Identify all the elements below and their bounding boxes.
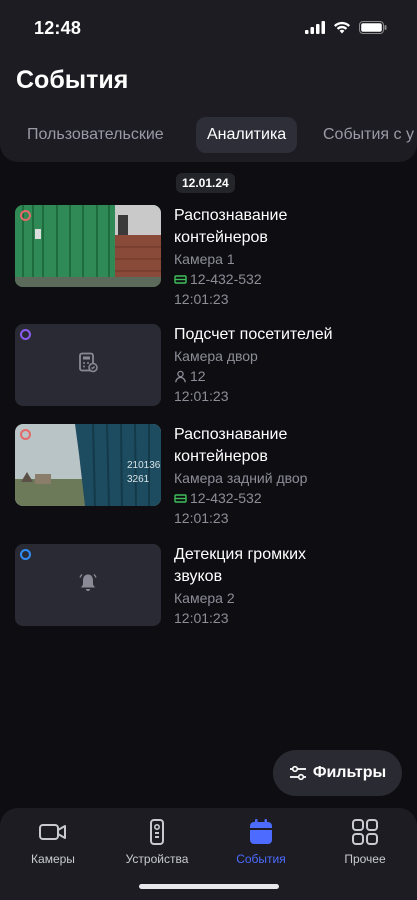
event-text: Распознавание контейнеров Камера 1 12-43…: [174, 205, 404, 309]
green-containers-photo: [15, 205, 161, 287]
date-chip: 12.01.24: [176, 173, 235, 193]
nav-item-cameras[interactable]: Камеры: [3, 818, 103, 866]
home-indicator: [139, 884, 279, 889]
event-type-dot: [20, 549, 31, 560]
blue-container-photo: 210136 3261: [15, 424, 161, 506]
event-time: 12:01:23: [174, 388, 229, 404]
event-text: Распознавание контейнеров Камера задний …: [174, 424, 404, 528]
camera-icon: [39, 824, 66, 840]
event-thumbnail: [15, 544, 161, 626]
event-thumbnail: [15, 205, 161, 287]
event-plate: 12-432-532: [190, 271, 262, 287]
filters-label: Фильтры: [312, 764, 387, 781]
remote-icon: [150, 819, 164, 845]
event-card[interactable]: Детекция громких звуков Камера 2 12:01:2…: [15, 544, 405, 634]
event-time: 12:01:23: [174, 291, 229, 307]
nav-label: События: [236, 852, 286, 866]
status-icons: [305, 21, 387, 34]
event-detail: 12-432-532: [174, 488, 404, 508]
event-title-cont: контейнеров: [174, 229, 268, 246]
svg-text:210136: 210136: [127, 460, 161, 471]
event-type-dot: [20, 210, 31, 221]
event-detail: 12: [174, 366, 404, 386]
tab-events-from[interactable]: События с у: [312, 117, 417, 153]
event-title: Подсчет посетителей: [174, 326, 333, 343]
status-bar: 12:48: [0, 0, 417, 56]
event-camera: Камера 2: [174, 590, 235, 606]
nav-item-events[interactable]: События: [211, 818, 311, 866]
grid-icon: [352, 819, 378, 845]
nav-item-devices[interactable]: Устройства: [107, 818, 207, 866]
nav-label: Прочее: [344, 852, 386, 866]
event-thumbnail: 210136 3261: [15, 424, 161, 506]
event-visitor-count: 12: [190, 368, 206, 384]
tabs-bar: Пользовательские Аналитика События с у: [0, 116, 417, 156]
page-title: События: [16, 66, 129, 94]
sliders-icon: [289, 765, 306, 781]
nav-item-other[interactable]: Прочее: [315, 818, 415, 866]
header-panel: 12:48 События Пользовательские Аналитика: [0, 0, 417, 162]
wifi-icon: [334, 21, 350, 34]
event-camera: Камера двор: [174, 348, 258, 364]
person-icon: [175, 370, 186, 382]
container-icon: [174, 493, 187, 503]
event-title: Детекция громких: [174, 546, 307, 563]
container-icon: [174, 274, 187, 284]
event-time: 12:01:23: [174, 610, 229, 626]
status-time: 12:48: [34, 18, 82, 38]
tab-analytics[interactable]: Аналитика: [196, 117, 298, 153]
svg-text:3261: 3261: [127, 474, 150, 485]
event-title-cont: контейнеров: [174, 448, 268, 465]
event-card[interactable]: Подсчет посетителей Камера двор 12 12:01…: [15, 324, 405, 414]
event-title: Распознавание: [174, 426, 288, 443]
bell-icon: [77, 572, 99, 599]
event-text: Детекция громких звуков Камера 2 12:01:2…: [174, 544, 404, 628]
event-title: Распознавание: [174, 207, 288, 224]
event-title-cont: звуков: [174, 568, 223, 585]
event-card[interactable]: 210136 3261 Распознавание контейнеров Ка…: [15, 424, 405, 526]
tab-user[interactable]: Пользовательские: [16, 117, 175, 153]
event-card[interactable]: Распознавание контейнеров Камера 1 12-43…: [15, 205, 405, 307]
nav-label: Камеры: [31, 852, 75, 866]
signal-icon: [305, 21, 325, 34]
event-text: Подсчет посетителей Камера двор 12 12:01…: [174, 324, 404, 406]
filters-button[interactable]: Фильтры: [273, 750, 402, 796]
event-type-dot: [20, 329, 31, 340]
calculator-icon: [77, 352, 99, 379]
event-type-dot: [20, 429, 31, 440]
calendar-icon: [250, 819, 272, 844]
event-thumbnail: [15, 324, 161, 406]
battery-icon: [359, 21, 387, 34]
event-plate: 12-432-532: [190, 490, 262, 506]
nav-label: Устройства: [125, 852, 189, 866]
event-camera: Камера 1: [174, 251, 235, 267]
event-time: 12:01:23: [174, 510, 229, 526]
event-detail: 12-432-532: [174, 269, 404, 289]
event-camera: Камера задний двор: [174, 470, 308, 486]
